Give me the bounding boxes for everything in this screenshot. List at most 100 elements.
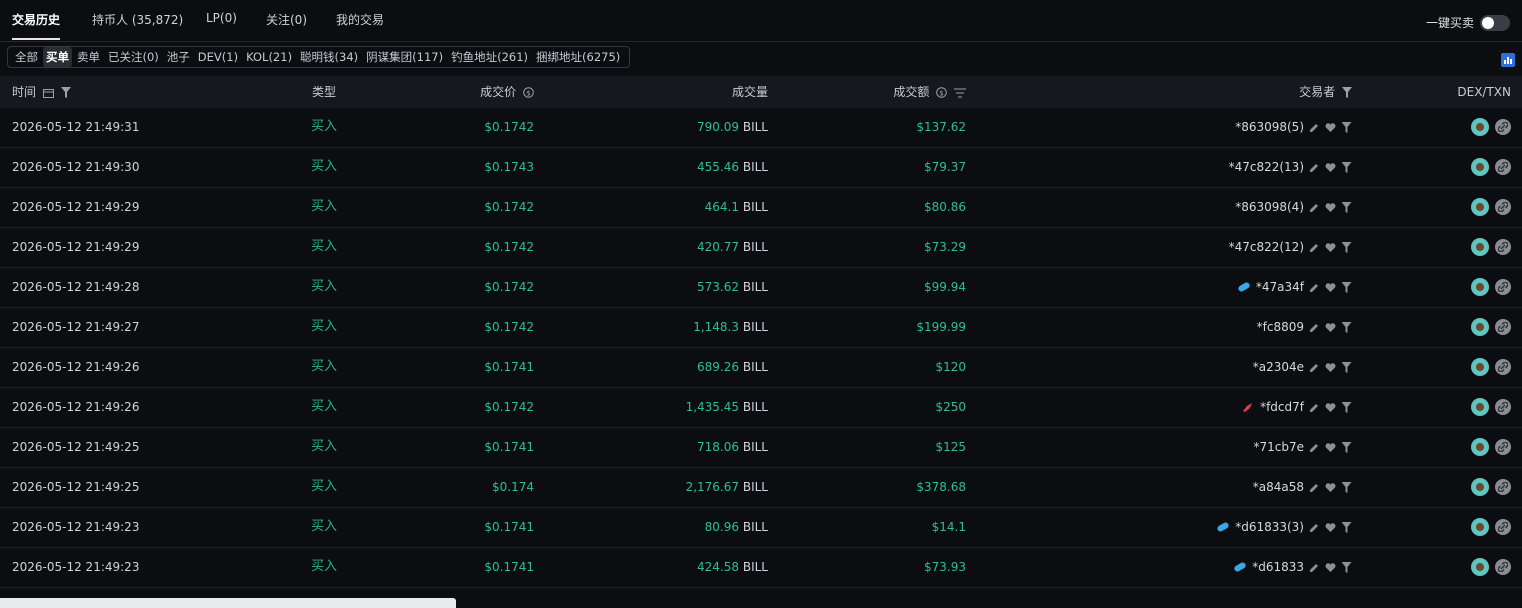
filter-icon[interactable] — [1341, 121, 1352, 133]
trader-address[interactable]: *47c822(12) — [1229, 228, 1304, 266]
filter-icon[interactable] — [60, 87, 71, 98]
heart-icon[interactable] — [1325, 402, 1336, 413]
link-icon[interactable] — [1495, 399, 1511, 415]
table-row[interactable]: 2026-05-12 21:49:23 买入 $0.1741 424.58 BILL $… — [0, 548, 1522, 588]
filter-icon[interactable] — [1341, 281, 1352, 293]
edit-icon[interactable] — [1309, 242, 1320, 253]
trader-address[interactable]: *d61833 — [1252, 548, 1304, 586]
link-icon[interactable] — [1495, 319, 1511, 335]
header-trader[interactable]: 交易者 — [1299, 76, 1352, 108]
table-row[interactable]: 2026-05-12 21:49:23 买入 $0.1741 80.96 BILL $1… — [0, 508, 1522, 548]
heart-icon[interactable] — [1325, 282, 1336, 293]
dex-logo-icon[interactable] — [1471, 438, 1489, 456]
filter-icon[interactable] — [1341, 161, 1352, 173]
dex-logo-icon[interactable] — [1471, 158, 1489, 176]
tab-holders[interactable]: 持币人 (35,872) — [92, 11, 183, 28]
table-row[interactable]: 2026-05-12 21:49:28 买入 $0.1742 573.62 BILL $… — [0, 268, 1522, 308]
trader-address[interactable]: *47a34f — [1256, 268, 1304, 306]
filter-all[interactable]: 全部 — [12, 47, 41, 67]
heart-icon[interactable] — [1325, 362, 1336, 373]
filter-icon[interactable] — [1341, 481, 1352, 493]
table-row[interactable]: 2026-05-12 21:49:29 买入 $0.1742 464.1 BILL $8… — [0, 188, 1522, 228]
trader-address[interactable]: *a84a58 — [1253, 468, 1304, 506]
header-time[interactable]: 时间 — [12, 76, 71, 108]
heart-icon[interactable] — [1325, 122, 1336, 133]
filter-icon[interactable] — [1341, 201, 1352, 213]
table-row[interactable]: 2026-05-12 21:49:29 买入 $0.1742 420.77 BILL $… — [0, 228, 1522, 268]
trader-address[interactable]: *fdcd7f — [1260, 388, 1304, 426]
sort-icon[interactable] — [954, 88, 966, 98]
trader-address[interactable]: *71cb7e — [1253, 428, 1304, 466]
link-icon[interactable] — [1495, 479, 1511, 495]
trader-address[interactable]: *863098(5) — [1235, 108, 1304, 146]
edit-icon[interactable] — [1309, 122, 1320, 133]
trader-address[interactable]: *fc8809 — [1257, 308, 1304, 346]
header-price[interactable]: 成交价 $ — [480, 76, 534, 108]
filter-buy[interactable]: 买单 — [43, 47, 72, 67]
table-row[interactable]: 2026-05-12 21:49:26 买入 $0.1742 1,435.45 BIL… — [0, 388, 1522, 428]
table-row[interactable]: 2026-05-12 21:49:25 买入 $0.1741 718.06 BILL $… — [0, 428, 1522, 468]
filter-dev[interactable]: DEV(1) — [195, 48, 241, 66]
link-icon[interactable] — [1495, 559, 1511, 575]
calendar-icon[interactable] — [42, 88, 54, 98]
filter-icon[interactable] — [1341, 241, 1352, 253]
link-icon[interactable] — [1495, 199, 1511, 215]
quick-trade-toggle[interactable] — [1480, 14, 1510, 31]
filter-icon[interactable] — [1342, 87, 1352, 98]
edit-icon[interactable] — [1309, 162, 1320, 173]
dex-logo-icon[interactable] — [1471, 398, 1489, 416]
edit-icon[interactable] — [1309, 282, 1320, 293]
edit-icon[interactable] — [1309, 362, 1320, 373]
heart-icon[interactable] — [1325, 442, 1336, 453]
currency-switch-icon[interactable]: $ — [936, 87, 947, 98]
filter-kol[interactable]: KOL(21) — [243, 48, 295, 66]
heart-icon[interactable] — [1325, 242, 1336, 253]
filter-pool[interactable]: 池子 — [164, 47, 193, 67]
link-icon[interactable] — [1495, 519, 1511, 535]
heart-icon[interactable] — [1325, 562, 1336, 573]
dex-logo-icon[interactable] — [1471, 358, 1489, 376]
trader-address[interactable]: *a2304e — [1253, 348, 1304, 386]
link-icon[interactable] — [1495, 239, 1511, 255]
dex-logo-icon[interactable] — [1471, 478, 1489, 496]
table-row[interactable]: 2026-05-12 21:49:30 买入 $0.1743 455.46 BILL $… — [0, 148, 1522, 188]
tab-lp[interactable]: LP(0) — [206, 11, 237, 25]
heart-icon[interactable] — [1325, 162, 1336, 173]
tab-following[interactable]: 关注(0) — [266, 11, 307, 28]
edit-icon[interactable] — [1309, 322, 1320, 333]
dex-logo-icon[interactable] — [1471, 198, 1489, 216]
table-row[interactable]: 2026-05-12 21:49:31 买入 $0.1742 790.09 BILL $… — [0, 108, 1522, 148]
tab-trade-history[interactable]: 交易历史 — [12, 11, 60, 28]
table-row[interactable]: 2026-05-12 21:49:25 买入 $0.174 2,176.67 BILL… — [0, 468, 1522, 508]
table-row[interactable]: 2026-05-12 21:49:27 买入 $0.1742 1,148.3 BILL… — [0, 308, 1522, 348]
filter-cabal[interactable]: 阴谋集团(117) — [363, 47, 446, 67]
chart-icon[interactable] — [1501, 53, 1515, 67]
edit-icon[interactable] — [1309, 562, 1320, 573]
link-icon[interactable] — [1495, 439, 1511, 455]
filter-icon[interactable] — [1341, 561, 1352, 573]
trader-address[interactable]: *47c822(13) — [1229, 148, 1304, 186]
filter-icon[interactable] — [1341, 521, 1352, 533]
dex-logo-icon[interactable] — [1471, 118, 1489, 136]
dex-logo-icon[interactable] — [1471, 518, 1489, 536]
tab-my-trades[interactable]: 我的交易 — [336, 11, 384, 28]
dex-logo-icon[interactable] — [1471, 278, 1489, 296]
link-icon[interactable] — [1495, 159, 1511, 175]
filter-icon[interactable] — [1341, 361, 1352, 373]
link-icon[interactable] — [1495, 279, 1511, 295]
filter-followed[interactable]: 已关注(0) — [105, 47, 162, 67]
heart-icon[interactable] — [1325, 522, 1336, 533]
dex-logo-icon[interactable] — [1471, 318, 1489, 336]
filter-icon[interactable] — [1341, 321, 1352, 333]
dex-logo-icon[interactable] — [1471, 238, 1489, 256]
filter-smart-money[interactable]: 聪明钱(34) — [297, 47, 361, 67]
edit-icon[interactable] — [1309, 402, 1320, 413]
currency-switch-icon[interactable]: $ — [523, 87, 534, 98]
heart-icon[interactable] — [1325, 202, 1336, 213]
filter-sell[interactable]: 卖单 — [74, 47, 103, 67]
link-icon[interactable] — [1495, 119, 1511, 135]
filter-icon[interactable] — [1341, 441, 1352, 453]
edit-icon[interactable] — [1309, 442, 1320, 453]
edit-icon[interactable] — [1309, 522, 1320, 533]
table-row[interactable]: 2026-05-12 21:49:26 买入 $0.1741 689.26 BILL $… — [0, 348, 1522, 388]
